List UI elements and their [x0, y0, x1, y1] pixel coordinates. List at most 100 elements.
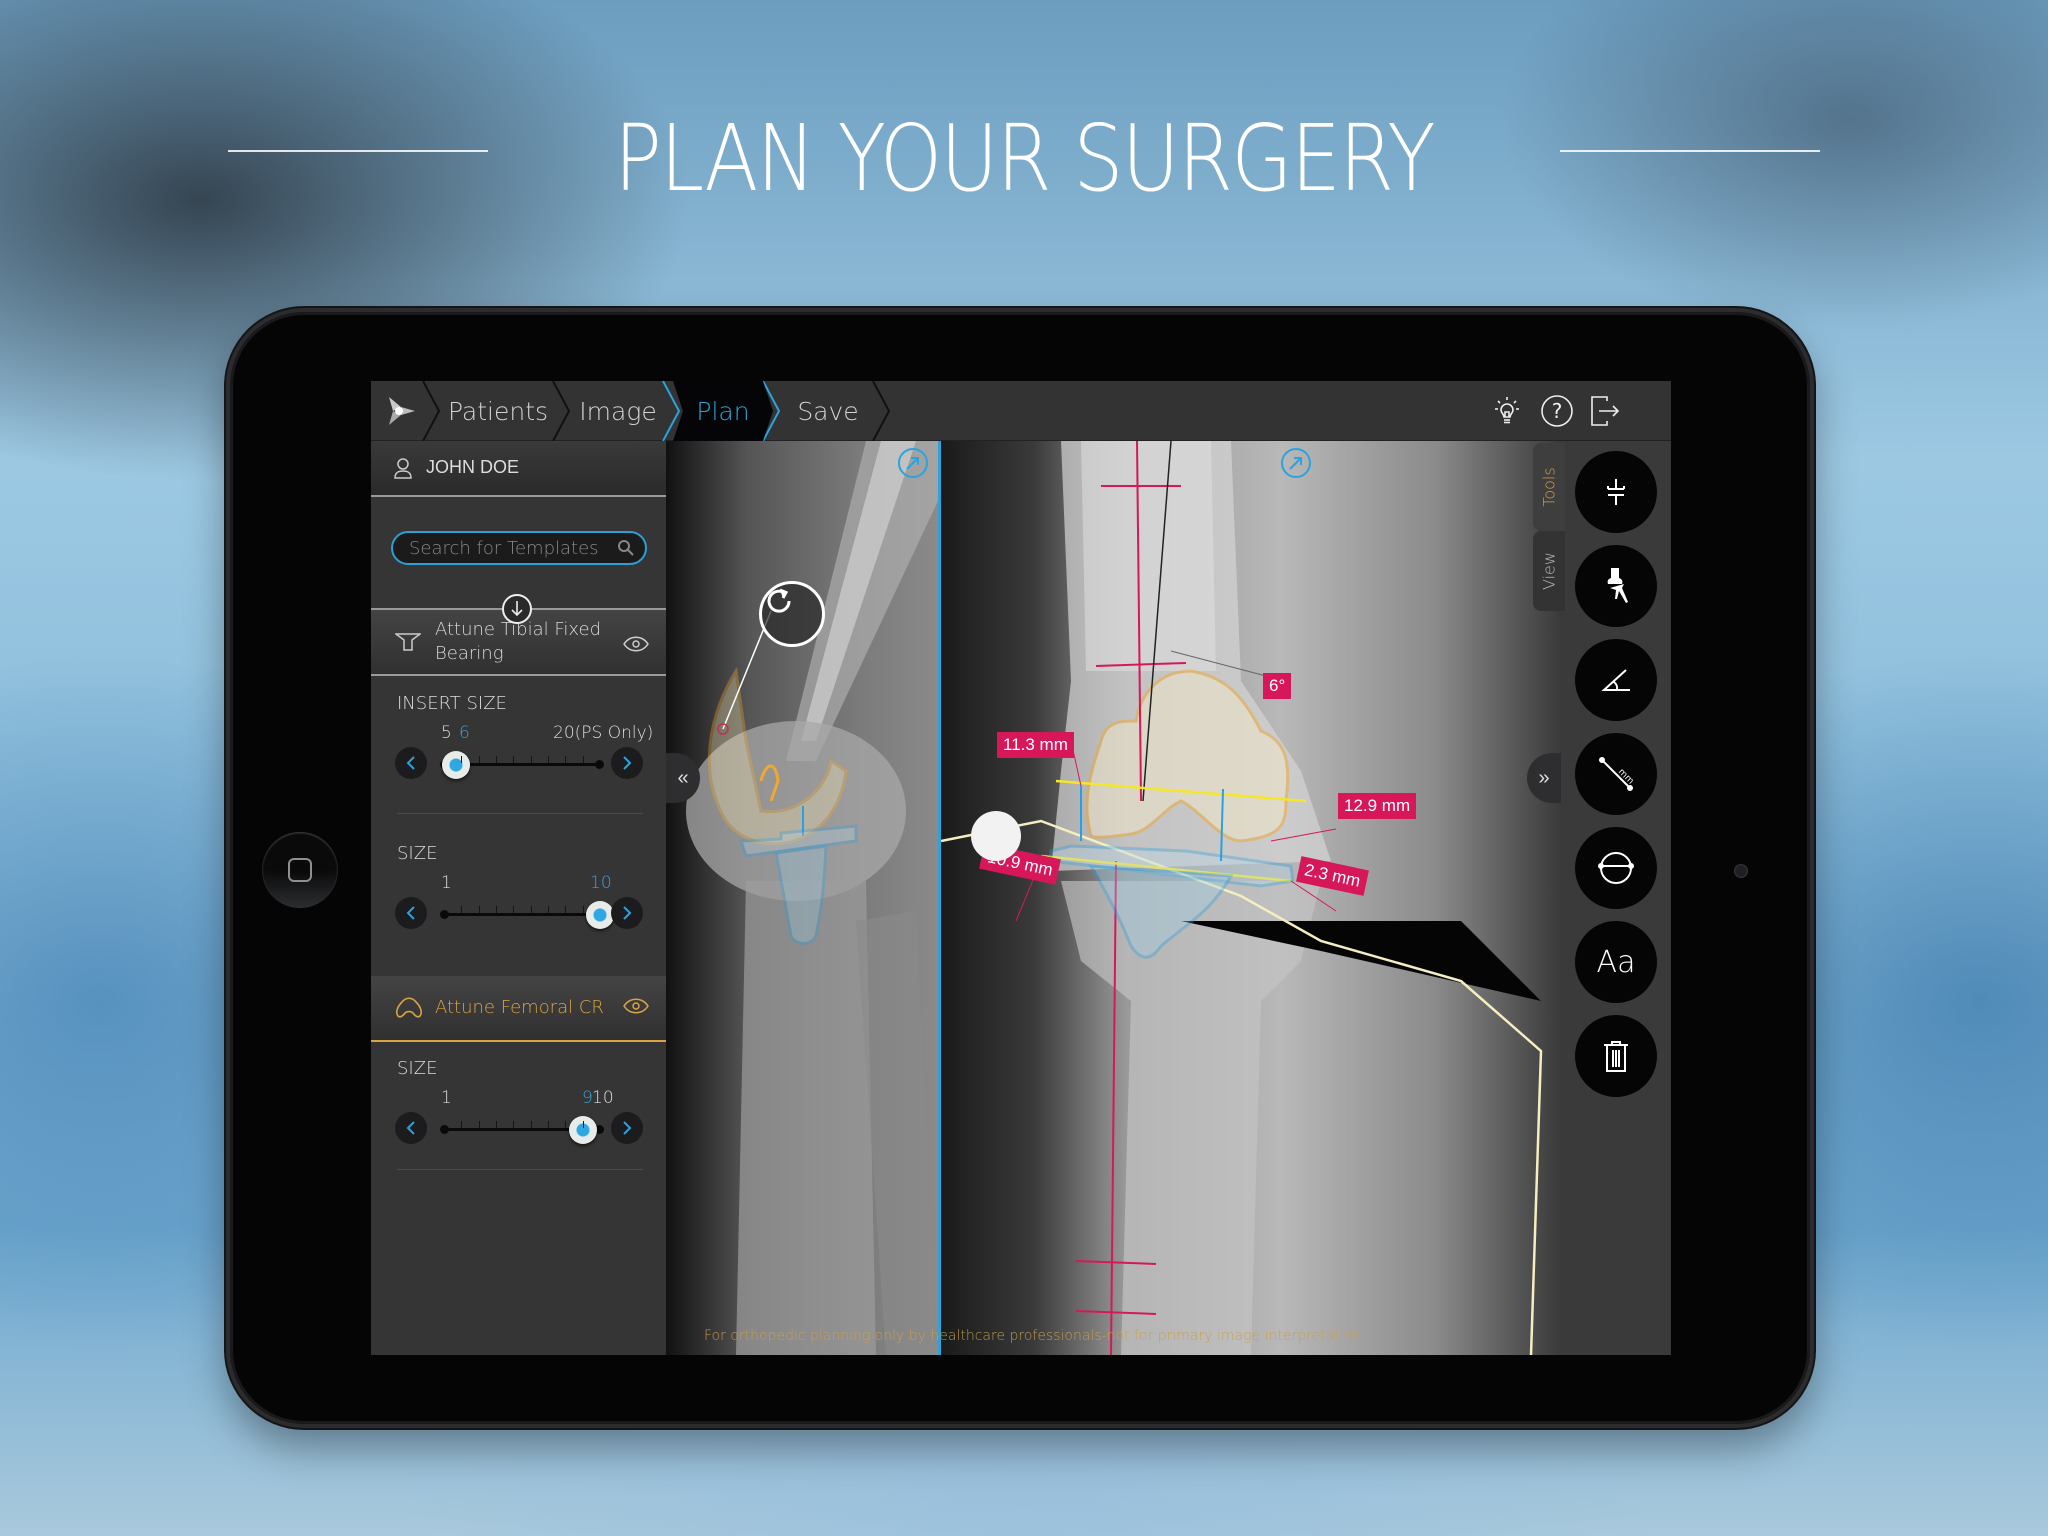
- tibial-size-slider[interactable]: 1 10: [371, 863, 666, 943]
- ruler-tool-button[interactable]: mm: [1575, 733, 1657, 815]
- headline-rule-right: [1560, 150, 1820, 152]
- front-camera: [1734, 864, 1748, 878]
- tab-view[interactable]: View: [1533, 531, 1565, 611]
- tablet-frame: Patients Image Plan Save ? JOHN DOE Sear…: [226, 308, 1814, 1428]
- headline: PLAN YOUR SURGERY: [614, 105, 1436, 212]
- slider-tick: [478, 756, 480, 763]
- lightbulb-icon[interactable]: [1489, 393, 1525, 429]
- slider-track[interactable]: [440, 751, 604, 779]
- home-button[interactable]: [262, 832, 338, 908]
- component-row-femoral[interactable]: Attune Femoral CR: [371, 976, 666, 1042]
- increment-button[interactable]: [611, 1112, 643, 1144]
- nav-step-plan[interactable]: Plan: [673, 381, 773, 441]
- circle-diameter-icon: [1598, 852, 1634, 884]
- insert-size-slider[interactable]: 5 6 20(PS Only): [371, 713, 666, 793]
- slider-max: 20(PS Only): [553, 723, 654, 743]
- disclaimer-text: For orthopedic planning only by healthca…: [704, 1328, 1362, 1344]
- slider-current: 10: [590, 873, 612, 893]
- text-tool-button[interactable]: Aa: [1575, 921, 1657, 1003]
- femoral-medial-measurement-tag[interactable]: 11.3 mm: [997, 732, 1074, 758]
- text-tool-icon: Aa: [1596, 944, 1636, 980]
- slider-tick: [513, 1121, 515, 1128]
- visibility-eye-icon[interactable]: [623, 998, 649, 1014]
- fullscreen-expand-icon[interactable]: [1281, 448, 1311, 478]
- slider-tick: [548, 906, 549, 913]
- ruler-mm-icon: mm: [1599, 757, 1635, 791]
- slider-tick: [513, 756, 515, 763]
- template-search-input[interactable]: Search for Templates: [391, 531, 647, 565]
- femoral-size-slider[interactable]: 1 9 10: [371, 1078, 666, 1158]
- slider-tick: [461, 906, 463, 913]
- tab-tools[interactable]: Tools: [1533, 443, 1565, 531]
- slider-tick: [565, 1121, 567, 1128]
- slider-knob[interactable]: [586, 901, 614, 929]
- divider: [397, 813, 643, 814]
- slider-tick: [582, 906, 584, 913]
- help-glyph: ?: [1552, 399, 1563, 423]
- increment-button[interactable]: [611, 747, 643, 779]
- trash-icon: [1604, 1041, 1628, 1072]
- visibility-eye-icon[interactable]: [623, 636, 649, 652]
- expand-down-icon[interactable]: [502, 594, 532, 624]
- patient-row[interactable]: JOHN DOE: [371, 441, 666, 497]
- slider-track[interactable]: [440, 901, 614, 929]
- calibration-ball[interactable]: [971, 811, 1021, 861]
- slider-tick: [496, 906, 497, 913]
- decrement-button[interactable]: [395, 747, 427, 779]
- top-nav: Patients Image Plan Save ?: [371, 381, 1671, 441]
- slider-min: 1: [441, 873, 452, 893]
- knee-implant-icon: [1607, 568, 1628, 603]
- app-screen: Patients Image Plan Save ? JOHN DOE Sear…: [371, 381, 1671, 1355]
- decrement-button[interactable]: [395, 897, 427, 929]
- slider-min: 5: [441, 723, 452, 743]
- alignment-tool-button[interactable]: [1575, 451, 1657, 533]
- slider-tick: [530, 1121, 532, 1128]
- fullscreen-expand-icon[interactable]: [898, 448, 928, 478]
- divider: [397, 1169, 643, 1170]
- angle-tool-button[interactable]: [1575, 639, 1657, 721]
- slider-tick: [461, 756, 463, 763]
- angle-measurement-tag[interactable]: 6°: [1263, 673, 1292, 699]
- help-icon[interactable]: ?: [1539, 393, 1575, 429]
- delete-tool-button[interactable]: [1575, 1015, 1657, 1097]
- slider-tick: [461, 1121, 463, 1128]
- slider-track[interactable]: [440, 1116, 604, 1144]
- double-chevron-left-icon: «: [677, 766, 689, 789]
- slider-min: 1: [441, 1088, 452, 1108]
- angle-icon: [1601, 669, 1630, 691]
- slider-current: 6: [459, 723, 470, 743]
- home-square-icon: [288, 858, 312, 882]
- size-label: SIZE: [397, 1058, 438, 1079]
- exit-icon[interactable]: [1587, 393, 1623, 429]
- size-label: SIZE: [397, 843, 438, 864]
- component-name-line2: Bearing: [435, 643, 504, 664]
- search-placeholder: Search for Templates: [409, 537, 599, 559]
- tools-toolbar: Tools View mm Aa: [1533, 441, 1671, 1355]
- slider-tick: [478, 906, 480, 913]
- headline-rule-left: [228, 150, 488, 152]
- femoral-component-icon: [395, 997, 423, 1018]
- ap-xray-view[interactable]: 6° 11.3 mm 12.9 mm 10.9 mm 2.3 mm »: [941, 441, 1561, 1355]
- nav-step-image[interactable]: Image: [563, 381, 673, 441]
- slider-tick: [478, 1121, 480, 1128]
- femoral-lateral-measurement-tag[interactable]: 12.9 mm: [1338, 793, 1417, 819]
- implant-tool-button[interactable]: [1575, 545, 1657, 627]
- circle-tool-button[interactable]: [1575, 827, 1657, 909]
- component-name: Attune Femoral CR: [435, 997, 604, 1018]
- tibial-component-icon: [395, 633, 421, 651]
- slider-tick: [565, 756, 567, 763]
- patient-name: JOHN DOE: [426, 457, 520, 477]
- lateral-xray-view[interactable]: «: [666, 441, 938, 1355]
- slider-tick: [565, 906, 567, 913]
- slider-tick: [548, 756, 549, 763]
- decrement-button[interactable]: [395, 1112, 427, 1144]
- rotate-icon[interactable]: [759, 581, 825, 647]
- slider-knob[interactable]: [442, 751, 471, 779]
- nav-step-patients[interactable]: Patients: [433, 381, 563, 441]
- search-icon: [618, 540, 634, 556]
- nav-step-save[interactable]: Save: [773, 381, 883, 441]
- slider-tick: [582, 1121, 584, 1128]
- slider-tick: [548, 1121, 549, 1128]
- increment-button[interactable]: [611, 897, 643, 929]
- slider-tick: [530, 756, 532, 763]
